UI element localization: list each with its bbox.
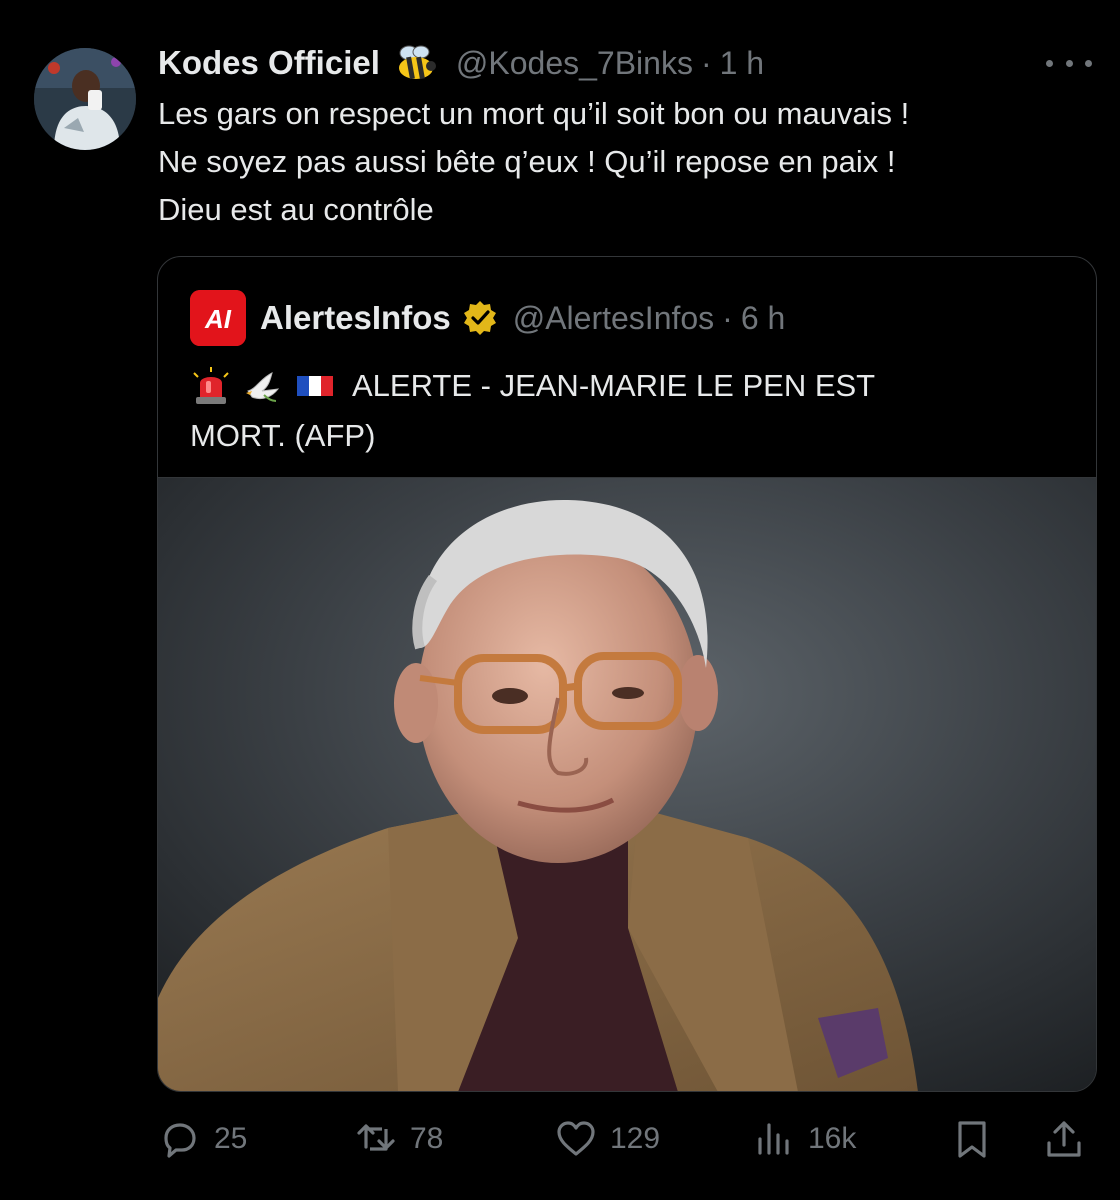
tweet-text-line: Les gars on respect un mort qu’il soit b… <box>158 96 910 131</box>
dove-icon <box>242 365 284 407</box>
quote-photo[interactable] <box>158 477 1096 1091</box>
repost-icon <box>357 1124 395 1151</box>
action-bar: 25 78 129 16k <box>158 1112 1098 1166</box>
more-options-icon[interactable] <box>1046 48 1092 78</box>
bee-icon <box>394 43 438 83</box>
quote-author-handle[interactable]: @AlertesInfos <box>513 300 714 337</box>
flag-france-icon <box>294 365 336 407</box>
share-icon <box>1047 1121 1081 1157</box>
author-name[interactable]: Kodes Officiel <box>158 44 380 82</box>
tweet-text: Les gars on respect un mort qu’il soit b… <box>158 90 1098 234</box>
portrait-image <box>158 478 1096 1091</box>
separator-dot: · <box>722 299 733 336</box>
quote-author-name[interactable]: AlertesInfos <box>260 299 451 337</box>
quote-text-line: MORT. (AFP) <box>190 418 376 453</box>
alertesinfos-logo[interactable]: AI <box>190 290 246 346</box>
like-button[interactable]: 129 <box>554 1112 660 1166</box>
quote-text: ALERTE - JEAN-MARIE LE PEN EST MORT. (AF… <box>190 361 1070 461</box>
quote-header: AI AlertesInfos @AlertesInfos · 6 h <box>190 290 785 346</box>
quote-time[interactable]: 6 h <box>741 300 785 337</box>
reply-button[interactable]: 25 <box>158 1112 247 1166</box>
rotating-light-icon <box>190 365 232 407</box>
quote-text-line: ALERTE - JEAN-MARIE LE PEN EST <box>352 368 876 403</box>
views-count: 16k <box>808 1122 857 1155</box>
avatar-image <box>34 48 136 150</box>
bookmark-icon <box>958 1121 986 1158</box>
reply-icon <box>164 1123 196 1158</box>
views-icon <box>758 1123 789 1155</box>
bookmark-button[interactable] <box>950 1112 994 1166</box>
repost-count: 78 <box>410 1122 444 1155</box>
heart-icon <box>557 1121 595 1156</box>
views-button[interactable]: 16k <box>752 1112 856 1166</box>
repost-button[interactable]: 78 <box>354 1112 443 1166</box>
author-handle[interactable]: @Kodes_7Binks <box>456 45 693 82</box>
tweet[interactable]: Kodes Officiel @Kodes_7Binks · 1 h Les g… <box>0 0 1120 1200</box>
logo-text: AI <box>204 304 232 334</box>
tweet-text-line: Dieu est au contrôle <box>158 192 434 227</box>
verified-badge-icon <box>461 299 499 337</box>
reply-count: 25 <box>214 1122 248 1155</box>
tweet-header: Kodes Officiel @Kodes_7Binks · 1 h <box>158 40 764 86</box>
tweet-time[interactable]: 1 h <box>720 45 764 82</box>
quoted-tweet[interactable]: AI AlertesInfos @AlertesInfos · 6 h ALER… <box>157 256 1097 1092</box>
share-button[interactable] <box>1042 1112 1086 1166</box>
separator-dot: · <box>700 44 712 81</box>
like-count: 129 <box>610 1122 661 1155</box>
author-avatar[interactable] <box>34 48 136 150</box>
tweet-text-line: Ne soyez pas aussi bête q’eux ! Qu’il re… <box>158 144 896 179</box>
